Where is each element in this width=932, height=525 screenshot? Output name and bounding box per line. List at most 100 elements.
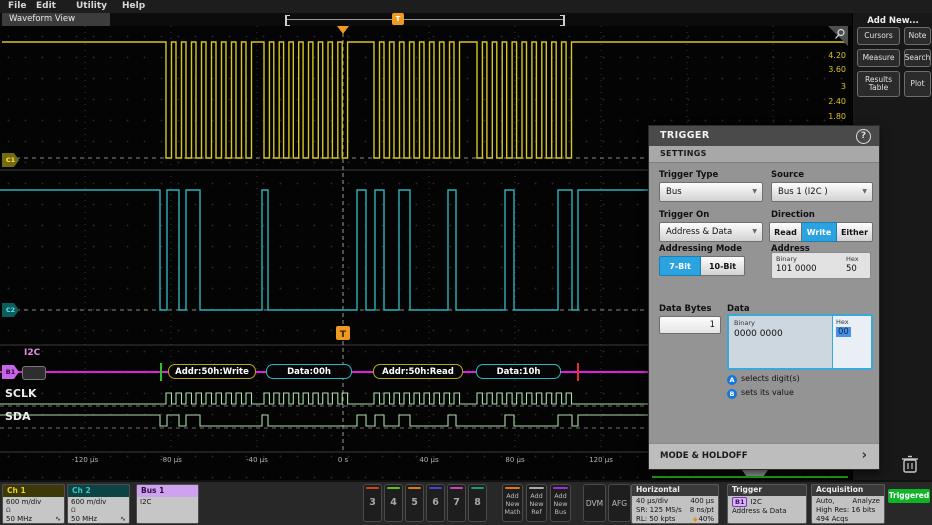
- dvm-button[interactable]: DVM: [583, 484, 606, 522]
- channel-color-stripe: [387, 487, 400, 489]
- tab-waveform-view[interactable]: Waveform View: [2, 13, 110, 26]
- add-new-cursors-button[interactable]: Cursors: [857, 27, 900, 45]
- horizontal-position-indicator[interactable]: [285, 15, 565, 24]
- channel-7-button[interactable]: 7: [447, 484, 466, 522]
- add-new-bus-button[interactable]: Add New Bus: [550, 484, 571, 522]
- position-bracket-left[interactable]: [285, 15, 290, 26]
- help-icon[interactable]: ?: [856, 129, 871, 144]
- vertical-scale-label: 2.40: [786, 97, 846, 106]
- trigger-info-title: Trigger: [728, 485, 806, 496]
- horizontal-info-panel[interactable]: Horizontal 40 µs/div400 µsSR: 125 MS/s8 …: [631, 484, 719, 524]
- channel-number: 8: [469, 497, 486, 508]
- vertical-scale-label: 1.80: [786, 112, 846, 121]
- trash-icon[interactable]: [899, 454, 921, 474]
- acquisition-row: 494 Acqs: [816, 515, 880, 524]
- data-bytes-field[interactable]: 1: [659, 316, 721, 334]
- menu-utility[interactable]: Utility: [76, 1, 107, 11]
- source-dropdown[interactable]: Bus 1 (I2C )▼: [771, 182, 873, 202]
- horizontal-cell: 40 µs/div: [636, 497, 668, 506]
- acquisition-row: High Res: 16 bits: [816, 506, 880, 515]
- trigger-position-badge[interactable]: T: [392, 13, 404, 25]
- direction-either-button[interactable]: Either: [837, 222, 873, 242]
- probe-icon: Ω: [6, 507, 61, 515]
- address-field[interactable]: Binary 101 0000 Hex 50: [771, 252, 871, 279]
- position-bracket-right[interactable]: [560, 15, 565, 26]
- addressing-mode-label: Addressing Mode: [659, 244, 742, 254]
- add-new-search-button[interactable]: Search: [904, 49, 931, 67]
- trigger-type-dropdown[interactable]: Bus▼: [659, 182, 763, 202]
- channel-badge-header: Bus 1: [137, 485, 198, 497]
- trigger-on-dropdown[interactable]: Address & Data▼: [659, 222, 763, 242]
- time-axis-label: 0 s: [318, 456, 368, 464]
- channel-4-button[interactable]: 4: [384, 484, 403, 522]
- data-bytes-label: Data Bytes: [659, 304, 711, 314]
- b1-badge: B1: [732, 497, 747, 507]
- mode-holdoff-label: MODE & HOLDOFF: [660, 451, 748, 461]
- direction-read-button[interactable]: Read: [769, 222, 802, 242]
- add-new-results-table-button[interactable]: Results Table: [857, 71, 900, 97]
- add-new-ref-button[interactable]: Add New Ref: [526, 484, 547, 522]
- time-axis-label: 120 µs: [576, 456, 626, 464]
- bus-decode-data: Data:10h: [476, 364, 561, 379]
- channel-6-button[interactable]: 6: [426, 484, 445, 522]
- add-new-math-button[interactable]: Add New Math: [502, 484, 523, 522]
- add-new-title: Add New...: [853, 16, 932, 26]
- data-hex-section[interactable]: Hex 00: [832, 316, 871, 368]
- channel-badge-body: 600 m/divΩ50 MHz∿: [68, 497, 129, 524]
- horizontal-cell: 8 ns/pt: [690, 506, 714, 515]
- add-new-plot-button[interactable]: Plot: [904, 71, 931, 97]
- acquisition-title: Acquisition: [812, 485, 884, 496]
- button-label: Add New Math: [503, 492, 522, 516]
- horizontal-cell: RL: 50 kpts: [636, 515, 675, 524]
- horizontal-row: SR: 125 MS/s8 ns/pt: [636, 506, 714, 515]
- time-axis-label: 80 µs: [490, 456, 540, 464]
- bus-decode-addr: Addr:50h:Read: [373, 364, 463, 379]
- channel-badge-bus-1[interactable]: Bus 1I2C: [136, 484, 199, 524]
- channel-badge-header: Ch 2: [68, 485, 129, 497]
- settings-tab[interactable]: SETTINGS: [649, 146, 879, 163]
- channel-3-button[interactable]: 3: [363, 484, 382, 522]
- vertical-scale-label: 3.60: [786, 65, 846, 74]
- channel-scale: I2C: [140, 498, 195, 507]
- bus-collapsed-box[interactable]: [22, 366, 46, 380]
- data-hex-value[interactable]: 00: [836, 327, 851, 337]
- channel-color-stripe: [366, 487, 379, 489]
- add-new-note-button[interactable]: Note: [904, 27, 931, 45]
- channel-scale: 600 m/div: [71, 498, 126, 507]
- sclk-label: SCLK: [5, 387, 37, 400]
- channel-badge-ch-2[interactable]: Ch 2600 m/divΩ50 MHz∿: [67, 484, 130, 524]
- settings-tab-label: SETTINGS: [660, 149, 707, 158]
- hint-a: Aselects digit(s): [727, 374, 800, 385]
- acquisition-cell: Auto,: [816, 497, 834, 506]
- position-line: [285, 19, 565, 20]
- add-new-measure-button[interactable]: Measure: [857, 49, 900, 67]
- display-bottom-accent: [652, 476, 848, 478]
- acquisition-info-panel[interactable]: Acquisition Auto,AnalyzeHigh Res: 16 bit…: [811, 484, 885, 524]
- source-label: Source: [771, 170, 804, 180]
- svg-text:T: T: [340, 330, 347, 340]
- trigger-panel-titlebar[interactable]: TRIGGER ?: [649, 126, 879, 146]
- data-field[interactable]: Binary 0000 0000 Hex 00: [727, 314, 873, 370]
- channel-number: 6: [427, 497, 444, 508]
- button-color-stripe: [553, 487, 568, 489]
- trigger-type-label: Trigger Type: [659, 170, 718, 180]
- channel-5-button[interactable]: 5: [405, 484, 424, 522]
- menu-help[interactable]: Help: [122, 1, 145, 11]
- acquisition-cell: 494 Acqs: [816, 515, 848, 524]
- addressing-7-bit-button[interactable]: 7-Bit: [659, 256, 701, 276]
- trigger-settings-panel: TRIGGER ? SETTINGS Trigger Type Bus▼ Sou…: [648, 125, 880, 470]
- channel-badge-ch-1[interactable]: Ch 1600 m/divΩ50 MHz∿: [2, 484, 65, 524]
- trigger-info-panel[interactable]: Trigger B1I2C Address & Data: [727, 484, 807, 524]
- button-color-stripe: [505, 487, 520, 489]
- knob-b-icon: B: [727, 389, 737, 399]
- menu-edit[interactable]: Edit: [36, 1, 56, 11]
- mode-holdoff-bar[interactable]: MODE & HOLDOFF ›: [649, 443, 879, 469]
- direction-write-button[interactable]: Write: [802, 222, 837, 242]
- channel-color-stripe: [408, 487, 421, 489]
- menu-file[interactable]: File: [8, 1, 26, 11]
- afg-button[interactable]: AFG: [608, 484, 631, 522]
- channel-8-button[interactable]: 8: [468, 484, 487, 522]
- channel-color-stripe: [429, 487, 442, 489]
- waveform-icon: ∿: [55, 515, 61, 524]
- addressing-10-bit-button[interactable]: 10-Bit: [701, 256, 745, 276]
